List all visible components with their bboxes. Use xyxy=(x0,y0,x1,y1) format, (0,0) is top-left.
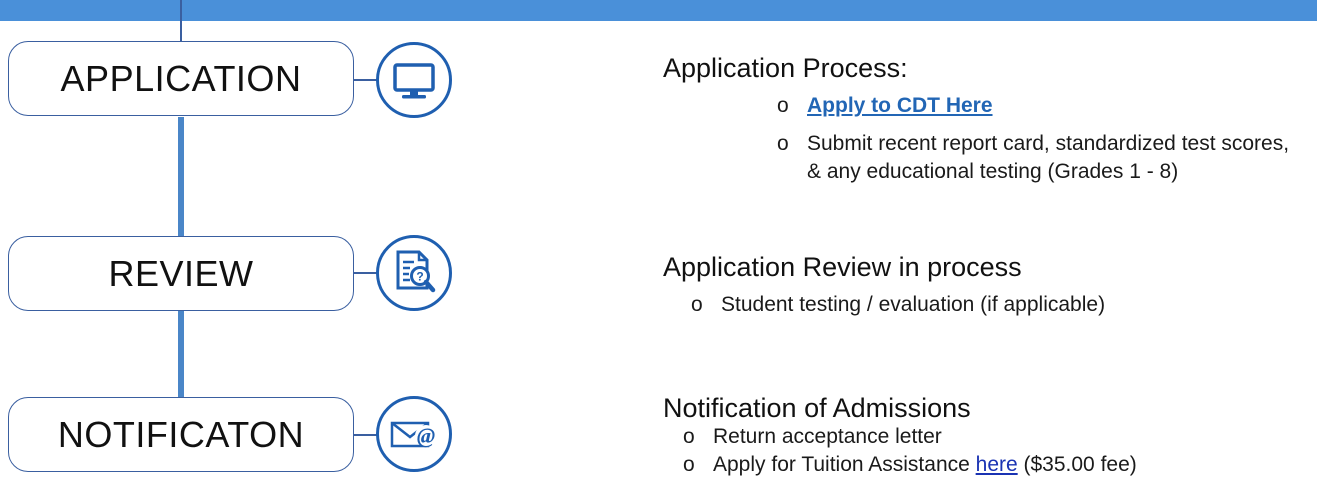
apply-to-cdt-link[interactable]: Apply to CDT Here xyxy=(807,94,993,117)
stage-application: APPLICATION xyxy=(8,41,354,116)
top-banner-bar xyxy=(0,0,1317,21)
bullet-mark: o xyxy=(683,425,695,448)
stage-icon-link-notification xyxy=(353,434,377,436)
stage-icon-link-application xyxy=(353,79,377,81)
review-bullet-student-testing: o Student testing / evaluation (if appli… xyxy=(691,291,1311,319)
document-search-icon: ? xyxy=(376,235,452,311)
svg-text:?: ? xyxy=(416,270,423,284)
application-process-heading: Application Process: xyxy=(663,53,908,83)
connector-top xyxy=(180,0,182,41)
stage-review: REVIEW xyxy=(8,236,354,311)
tuition-assistance-fee: ($35.00 fee) xyxy=(1017,453,1137,476)
tuition-assistance-prefix: Apply for Tuition Assistance xyxy=(713,453,976,476)
tuition-assistance-here-link[interactable]: here xyxy=(976,453,1018,476)
monitor-icon xyxy=(376,42,452,118)
envelope-at-icon: @ xyxy=(376,396,452,472)
application-review-heading: Application Review in process xyxy=(663,252,1022,282)
bullet-mark: o xyxy=(691,293,703,316)
application-bullet-apply-link: o Apply to CDT Here xyxy=(777,92,1297,120)
stage-icon-link-review xyxy=(353,272,377,274)
submit-documents-text: Submit recent report card, standardized … xyxy=(807,132,1290,183)
connector-application-review xyxy=(178,117,184,237)
notification-bullet-tuition-assistance: o Apply for Tuition Assistance here ($35… xyxy=(683,451,1313,479)
return-letter-text: Return acceptance letter xyxy=(713,425,942,448)
bullet-mark: o xyxy=(777,132,789,155)
stage-notification: NOTIFICATON xyxy=(8,397,354,472)
application-bullet-submit-documents: o Submit recent report card, standardize… xyxy=(777,130,1307,186)
svg-text:@: @ xyxy=(417,423,435,448)
bullet-mark: o xyxy=(777,94,789,117)
student-testing-text: Student testing / evaluation (if applica… xyxy=(721,293,1106,316)
notification-bullet-return-letter: o Return acceptance letter xyxy=(683,423,1303,451)
bullet-mark: o xyxy=(683,453,695,476)
notification-of-admissions-heading: Notification of Admissions xyxy=(663,393,971,423)
connector-review-notification xyxy=(178,311,184,397)
